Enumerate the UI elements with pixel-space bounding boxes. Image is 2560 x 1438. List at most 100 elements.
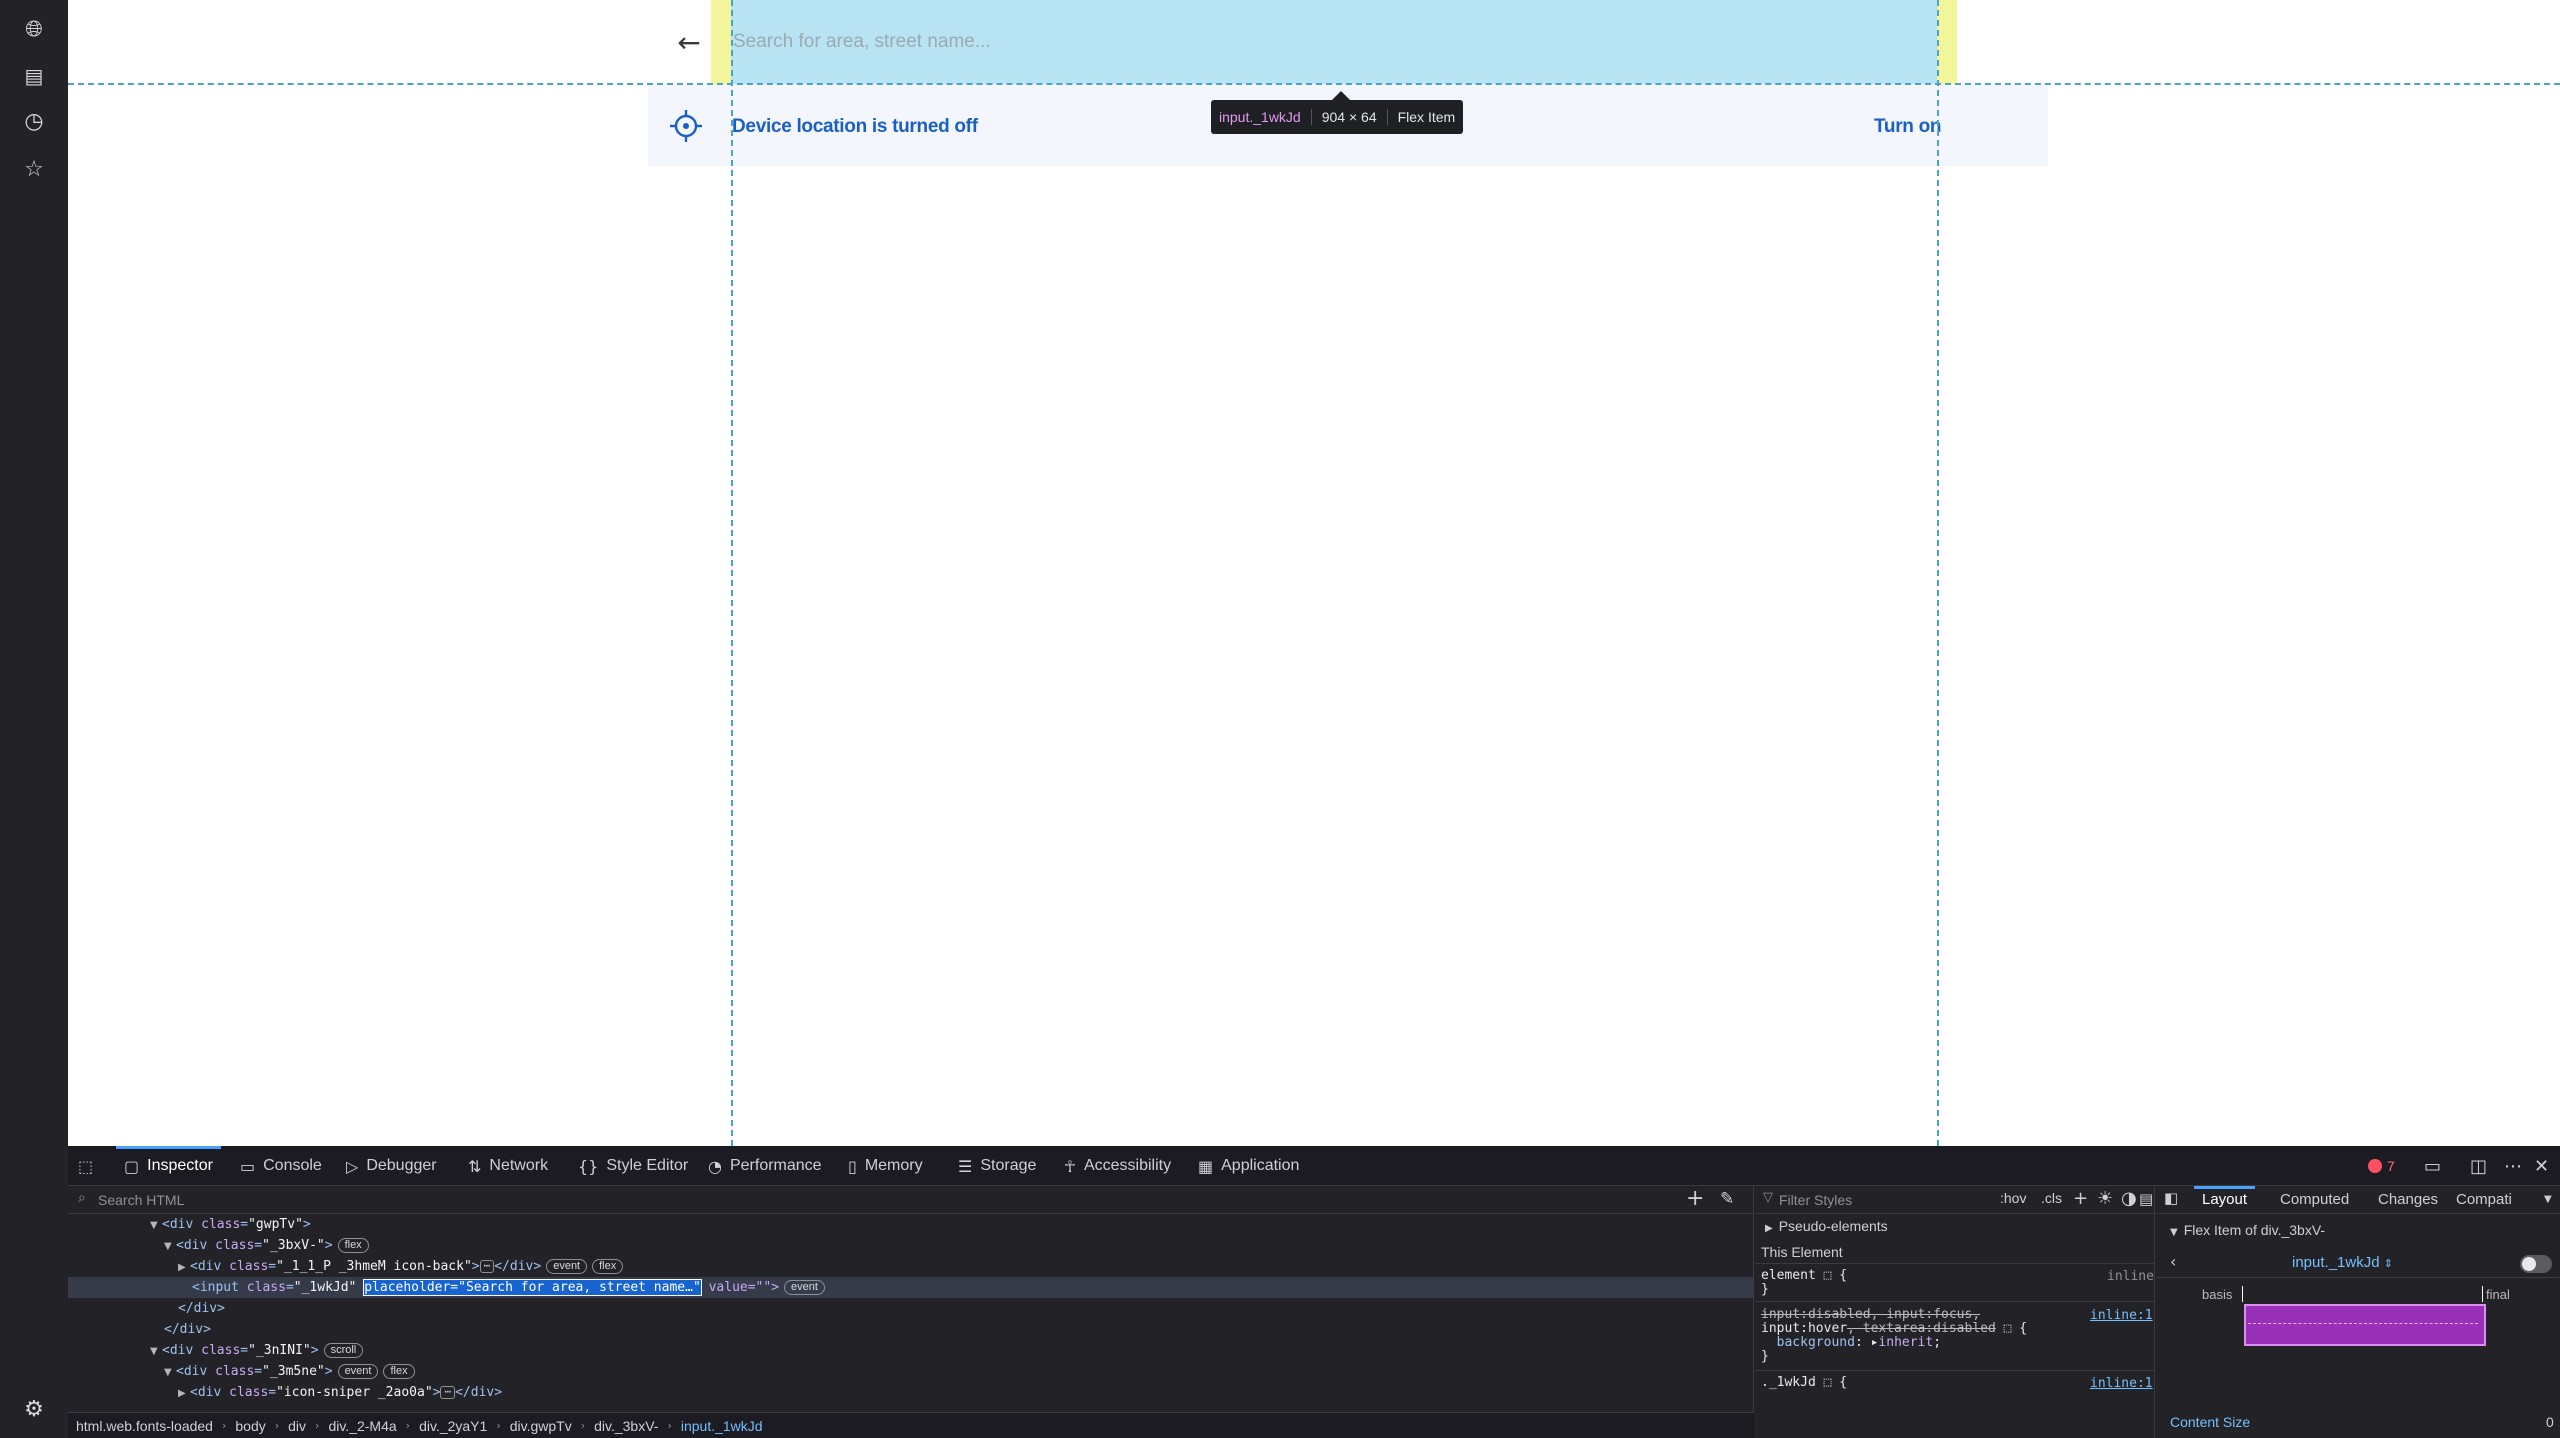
tab-inspector[interactable]: ▢ Inspector — [116, 1146, 221, 1186]
tab-application[interactable]: ▦ Application — [1198, 1146, 1299, 1186]
breadcrumb-item[interactable]: div._3bxV- — [594, 1418, 658, 1434]
globe-icon[interactable]: 🌐︎ — [20, 16, 48, 44]
tab-performance[interactable]: ◔ Performance — [708, 1146, 822, 1186]
event-badge[interactable]: event — [546, 1259, 588, 1274]
breadcrumb-item[interactable]: div._2-M4a — [328, 1418, 396, 1434]
expanded-arrow-icon[interactable]: ▼ — [150, 1341, 162, 1362]
devtools-panel: ⬚ ▢ Inspector ▭ Console ▷ Debugger ⇅ Network… — [68, 1146, 2560, 1438]
tab-compatibility[interactable]: Compati — [2456, 1186, 2512, 1214]
element-picker-button[interactable]: ⬚ — [78, 1146, 101, 1186]
breadcrumb: html.web.fonts-loaded › body › div › div._2… — [68, 1412, 1754, 1438]
add-node-icon[interactable]: + — [1686, 1186, 1704, 1211]
search-input[interactable] — [731, 0, 1937, 84]
tab-accessibility[interactable]: ☥ Accessibility — [1064, 1146, 1171, 1186]
tab-computed[interactable]: Computed — [2280, 1186, 2349, 1214]
markup-node[interactable]: ▶ <div class="icon-sniper _2ao0a"> ⋯ </div> — [68, 1382, 1754, 1403]
back-icon[interactable]: ‹ — [2170, 1252, 2176, 1271]
selected-markup-node[interactable]: <input class="_1wkJd" placeholder="Searc… — [68, 1277, 1754, 1298]
tab-memory[interactable]: ▯ Memory — [848, 1146, 923, 1186]
tab-storage[interactable]: ☰ Storage — [958, 1146, 1036, 1186]
markup-node[interactable]: ▼ <div class="_3m5ne"> event flex — [68, 1361, 1754, 1382]
markup-node[interactable]: ▶ <div class="_1_1_P _3hmeM icon-back"> ⋯ <… — [68, 1256, 1754, 1277]
tab-layout[interactable]: Layout — [2193, 1186, 2256, 1214]
markup-node[interactable]: </div> — [68, 1298, 1754, 1319]
error-count-badge[interactable]: 7 — [2368, 1146, 2395, 1186]
expanded-arrow-icon[interactable]: ▼ — [164, 1236, 176, 1257]
event-badge[interactable]: event — [337, 1364, 379, 1379]
media-icon[interactable]: ▤ — [20, 62, 48, 90]
scroll-badge[interactable]: scroll — [323, 1343, 364, 1358]
chevron-right-icon: › — [405, 1419, 411, 1432]
breadcrumb-item[interactable]: body — [235, 1418, 265, 1434]
breadcrumb-item-current[interactable]: input._1wkJd — [681, 1418, 763, 1434]
flex-highlight-toggle[interactable] — [2520, 1255, 2552, 1273]
tab-debugger[interactable]: ▷ Debugger — [346, 1146, 437, 1186]
add-rule-icon[interactable]: + — [2073, 1188, 2088, 1209]
more-options-icon[interactable]: ⋯ — [2504, 1146, 2522, 1186]
guide-line-horizontal — [68, 83, 2560, 85]
responsive-mode-icon[interactable]: ▭ — [2424, 1146, 2441, 1186]
flex-badge[interactable]: flex — [337, 1238, 369, 1253]
toggle-panel-icon[interactable]: ◧ — [2164, 1189, 2178, 1207]
memory-icon: ▯ — [848, 1156, 857, 1176]
flex-badge[interactable]: flex — [592, 1259, 624, 1274]
padding-highlight-right — [1937, 0, 1957, 84]
light-theme-icon[interactable]: ☀ — [2097, 1188, 2113, 1209]
tab-style-editor[interactable]: {} Style Editor — [578, 1146, 688, 1186]
page-viewport: ← Device location is turned off Turn on … — [68, 0, 2560, 1146]
dock-options-icon[interactable]: ◫ — [2470, 1146, 2487, 1186]
flex-item-of-header[interactable]: ▼ Flex Item of div._3bxV- — [2170, 1222, 2325, 1238]
tabs-overflow-icon[interactable]: ▼ — [2544, 1186, 2552, 1214]
input-state-rule[interactable]: input:disabled, input:focus, input:hover… — [1761, 1308, 2027, 1364]
collapsed-children-icon[interactable]: ⋯ — [440, 1386, 456, 1399]
devtools-toolbar: ⬚ ▢ Inspector ▭ Console ▷ Debugger ⇅ Network… — [68, 1146, 2560, 1186]
pseudo-elements-toggle[interactable]: ▶ Pseudo-elements — [1765, 1218, 1888, 1234]
markup-node[interactable]: </div> — [68, 1319, 1754, 1340]
tab-network[interactable]: ⇅ Network — [468, 1146, 548, 1186]
rules-toolbar: ▽ :hov .cls + ☀ ◑ ▤ — [1755, 1186, 2155, 1214]
breadcrumb-item[interactable]: div.gwpTv — [510, 1418, 572, 1434]
flex-item-sizing-bar — [2244, 1304, 2486, 1346]
history-icon[interactable]: ◷ — [20, 108, 48, 136]
print-media-icon[interactable]: ▤ — [2139, 1190, 2153, 1208]
highlighted-attribute[interactable]: placeholder="Search for area, street nam… — [363, 1279, 702, 1296]
expanded-arrow-icon[interactable]: ▼ — [150, 1215, 162, 1236]
performance-icon: ◔ — [708, 1156, 722, 1176]
style-editor-icon: {} — [578, 1156, 599, 1176]
close-devtools-icon[interactable]: ✕ — [2534, 1146, 2549, 1186]
markup-node[interactable]: ▼ <div class="gwpTv"> — [68, 1214, 1754, 1235]
turn-on-location-button[interactable]: Turn on — [1874, 116, 1942, 138]
breadcrumb-item[interactable]: html.web.fonts-loaded — [76, 1418, 213, 1434]
collapsed-arrow-icon[interactable]: ▶ — [178, 1383, 190, 1404]
flex-item-select[interactable]: input._1wkJd ⇕ — [2292, 1254, 2393, 1271]
tooltip-element-type: Flex Item — [1397, 109, 1456, 125]
breadcrumb-item[interactable]: div._2yaY1 — [419, 1418, 487, 1434]
markup-node[interactable]: ▼ <div class="_3nINI"> scroll — [68, 1340, 1754, 1361]
tab-console[interactable]: ▭ Console — [240, 1146, 322, 1186]
rule-source-link[interactable]: inline:1 — [2090, 1308, 2153, 1323]
filter-styles-input[interactable] — [1779, 1189, 1919, 1211]
sidebar-tabs: ◧ Layout Computed Changes Compati ▼ — [2156, 1186, 2560, 1214]
content-size-label: Content Size — [2170, 1414, 2251, 1430]
debugger-icon: ▷ — [346, 1156, 359, 1176]
markup-node[interactable]: ▼ <div class="_3bxV-"> flex — [68, 1235, 1754, 1256]
rule-source-link[interactable]: inline:1 — [2090, 1376, 2153, 1391]
element-rule[interactable]: element ⬚ {} — [1761, 1269, 1847, 1297]
event-badge[interactable]: event — [784, 1280, 825, 1295]
collapsed-arrow-icon[interactable]: ▶ — [178, 1257, 190, 1278]
back-button[interactable]: ← — [669, 22, 709, 62]
expanded-arrow-icon[interactable]: ▼ — [164, 1362, 176, 1383]
collapsed-children-icon[interactable]: ⋯ — [479, 1260, 495, 1273]
breadcrumb-item[interactable]: div — [288, 1418, 306, 1434]
html-search-input[interactable] — [98, 1188, 1298, 1212]
flex-badge[interactable]: flex — [383, 1364, 415, 1379]
class-rule[interactable]: ._1wkJd ⬚ { — [1761, 1376, 1847, 1390]
star-icon[interactable]: ☆ — [20, 156, 48, 184]
cls-button[interactable]: .cls — [2041, 1190, 2062, 1206]
hov-button[interactable]: :hov — [2000, 1190, 2026, 1206]
location-off-message: Device location is turned off — [732, 116, 978, 137]
eyedropper-icon[interactable]: ✎ — [1720, 1189, 1734, 1209]
settings-icon[interactable]: ⚙ — [20, 1396, 48, 1424]
dark-theme-icon[interactable]: ◑ — [2121, 1188, 2137, 1209]
tab-changes[interactable]: Changes — [2378, 1186, 2438, 1214]
